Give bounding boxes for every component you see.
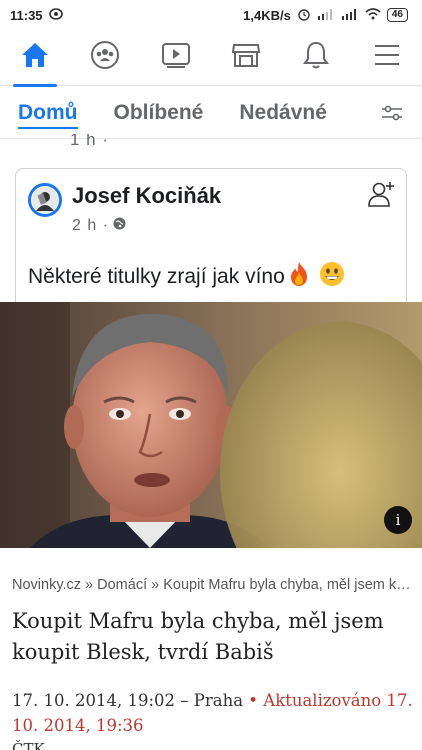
article-bullet: • [243,691,264,710]
article-date: 17. 10. 2014, 19:02 – Praha [12,691,244,710]
tab-home[interactable]: Domů [18,87,78,139]
avatar[interactable] [28,183,62,217]
previous-post-meta: 1 h · [70,134,110,149]
watch-icon [161,41,191,74]
article-headline[interactable]: Koupit Mafru byla chyba, měl jsem koupit… [12,606,416,668]
marketplace-icon [231,41,261,74]
post-author[interactable]: Josef Kociňák [72,183,221,209]
nav-watch[interactable] [146,30,206,86]
post-meta: 2 h · [72,217,126,235]
top-navigation [0,30,422,87]
menu-icon [373,43,401,72]
nav-menu[interactable] [357,30,417,86]
add-friend-icon [366,182,396,213]
tab-recent[interactable]: Nedávné [239,87,327,139]
shared-post-card: Josef Kociňák 2 h · Některé titulky zraj… [15,168,407,302]
breadcrumb[interactable]: Novinky.cz » Domácí » Koupit Mafru byla … [12,577,416,593]
groups-icon [90,40,120,75]
globe-icon [113,217,126,235]
info-icon: i [395,511,401,529]
photo-illustration [0,302,422,548]
grinning-face-emoji [319,261,345,293]
nav-marketplace[interactable] [216,30,276,86]
filter-settings-icon[interactable] [380,101,404,130]
article-source: ČTK [12,740,45,750]
nav-home[interactable] [5,30,65,87]
status-bar: 11:35 1,4KB/s 46 [0,0,422,30]
home-icon [20,41,50,74]
article-photo[interactable] [0,302,422,548]
add-friend-button[interactable] [366,179,396,214]
alarm-icon [297,7,311,24]
signal-icon [317,8,335,23]
status-time: 11:35 [10,7,43,23]
notifications-icon [302,40,330,75]
tab-favorites[interactable]: Oblíbené [114,87,204,139]
info-button[interactable]: i [384,506,412,534]
article-dateline: 17. 10. 2014, 19:02 – Praha • Aktualizov… [12,688,416,738]
notification-dot-icon [48,7,63,23]
post-text-content: Některé titulky zrají jak víno [28,265,285,288]
post-text: Některé titulky zrají jak víno [28,261,345,293]
post-time[interactable]: 2 h · [72,217,109,235]
wifi-icon [365,7,381,23]
fire-emoji [287,261,311,293]
feed-tabs: Domů Oblíbené Nedávné [0,87,422,139]
nav-groups[interactable] [75,30,135,86]
nav-notifications[interactable] [286,30,346,86]
network-speed: 1,4KB/s [243,7,291,23]
signal-icon-2 [341,8,359,23]
battery-indicator: 46 [386,8,408,22]
